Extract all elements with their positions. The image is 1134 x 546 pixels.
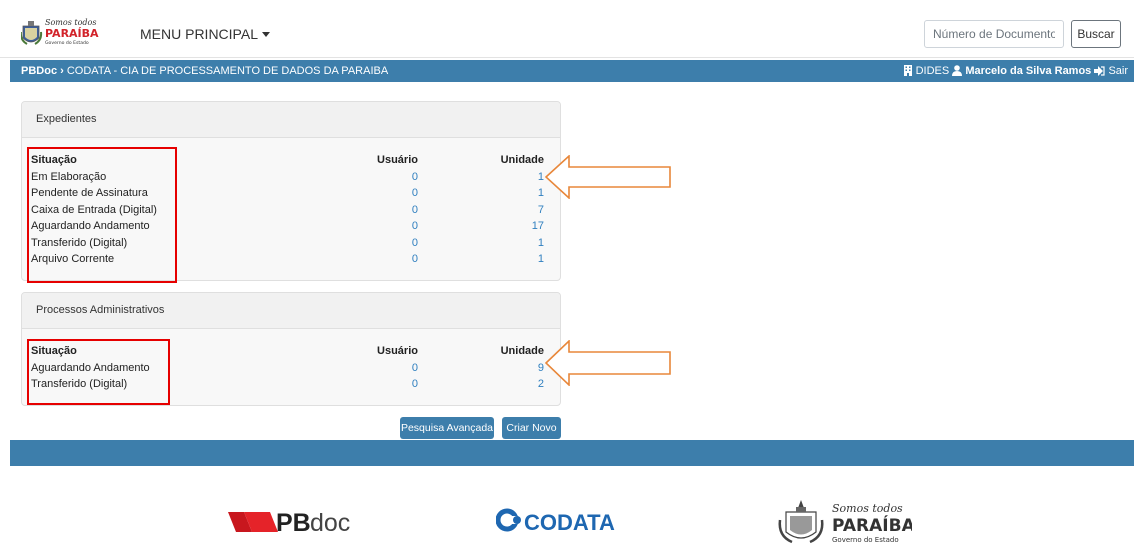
unidade-count-link[interactable]: 2 bbox=[538, 376, 544, 393]
top-navbar: Somos todos PARAÍBA Governo do Estado ME… bbox=[0, 0, 1134, 58]
col-usuario: Usuário bbox=[377, 154, 418, 166]
annotation-red-box-processos bbox=[27, 339, 170, 405]
annotation-red-box-expedientes bbox=[27, 147, 177, 283]
logout-link[interactable]: Sair bbox=[1108, 65, 1128, 77]
codata-logo: CODATA bbox=[496, 508, 615, 535]
annotation-arrow-left-icon bbox=[545, 155, 671, 199]
col-unidade: Unidade bbox=[500, 154, 544, 166]
usuario-count-link[interactable]: 0 bbox=[412, 169, 418, 186]
paraiba-footer-logo: Somos todos PARAÍBA Governo do Estado bbox=[778, 500, 912, 544]
usuario-count-link[interactable]: 0 bbox=[412, 360, 418, 377]
advanced-search-button[interactable]: Pesquisa Avançada bbox=[400, 417, 494, 439]
paraiba-logo[interactable]: Somos todos PARAÍBA Governo do Estado bbox=[21, 16, 109, 48]
sign-out-icon bbox=[1094, 66, 1105, 76]
expedientes-title: Expedientes bbox=[22, 102, 560, 138]
svg-text:Governo do Estado: Governo do Estado bbox=[832, 536, 899, 544]
col-unidade: Unidade bbox=[500, 345, 544, 357]
user-area: DIDES Marcelo da Silva Ramos Sair bbox=[903, 65, 1128, 77]
unidade-count-link[interactable]: 17 bbox=[532, 218, 544, 235]
svg-text:PB: PB bbox=[276, 509, 311, 537]
document-number-input[interactable] bbox=[924, 20, 1064, 48]
user-unit[interactable]: DIDES bbox=[916, 65, 950, 77]
annotation-arrow-left-icon bbox=[545, 340, 671, 386]
create-new-button[interactable]: Criar Novo bbox=[502, 417, 561, 439]
unidade-count-link[interactable]: 1 bbox=[538, 235, 544, 252]
usuario-count-link[interactable]: 0 bbox=[412, 218, 418, 235]
svg-text:Somos todos: Somos todos bbox=[45, 18, 96, 27]
building-icon bbox=[903, 65, 912, 76]
unidade-count-link[interactable]: 9 bbox=[538, 360, 544, 377]
svg-text:PARAÍBA: PARAÍBA bbox=[45, 27, 99, 40]
main-menu-label: MENU PRINCIPAL bbox=[140, 26, 258, 42]
main-menu-dropdown[interactable]: MENU PRINCIPAL bbox=[140, 26, 270, 42]
unidade-count-link[interactable]: 7 bbox=[538, 202, 544, 219]
usuario-count-link[interactable]: 0 bbox=[412, 202, 418, 219]
unidade-count-link[interactable]: 1 bbox=[538, 185, 544, 202]
breadcrumb: PBDoc › CODATA - CIA DE PROCESSAMENTO DE… bbox=[21, 65, 388, 77]
user-name[interactable]: Marcelo da Silva Ramos bbox=[965, 65, 1091, 77]
svg-text:PARAÍBA: PARAÍBA bbox=[832, 514, 912, 536]
usuario-count-link[interactable]: 0 bbox=[412, 251, 418, 268]
caret-down-icon bbox=[261, 32, 270, 37]
breadcrumb-separator-icon: › bbox=[60, 65, 64, 77]
footer-band bbox=[10, 440, 1134, 466]
svg-text:doc: doc bbox=[310, 509, 350, 537]
col-usuario: Usuário bbox=[377, 345, 418, 357]
unidade-count-link[interactable]: 1 bbox=[538, 169, 544, 186]
svg-text:Governo do Estado: Governo do Estado bbox=[45, 40, 89, 46]
usuario-count-link[interactable]: 0 bbox=[412, 376, 418, 393]
svg-text:CODATA: CODATA bbox=[524, 510, 615, 535]
breadcrumb-org[interactable]: CODATA - CIA DE PROCESSAMENTO DE DADOS D… bbox=[67, 65, 388, 77]
search-button[interactable]: Buscar bbox=[1071, 20, 1121, 48]
usuario-count-link[interactable]: 0 bbox=[412, 235, 418, 252]
unidade-count-link[interactable]: 1 bbox=[538, 251, 544, 268]
breadcrumb-bar: PBDoc › CODATA - CIA DE PROCESSAMENTO DE… bbox=[10, 60, 1134, 82]
coat-of-arms-icon bbox=[21, 21, 43, 45]
footer-logos: PB doc CODATA Somos todos PARAÍBA Govern… bbox=[0, 466, 1134, 546]
coat-of-arms-icon bbox=[778, 500, 824, 544]
pbdoc-logo: PB doc bbox=[228, 509, 350, 537]
breadcrumb-app[interactable]: PBDoc bbox=[21, 65, 57, 77]
codata-mark-icon bbox=[496, 508, 521, 532]
user-icon bbox=[952, 65, 963, 76]
processos-title: Processos Administrativos bbox=[22, 293, 560, 329]
svg-text:Somos todos: Somos todos bbox=[832, 502, 903, 515]
usuario-count-link[interactable]: 0 bbox=[412, 185, 418, 202]
